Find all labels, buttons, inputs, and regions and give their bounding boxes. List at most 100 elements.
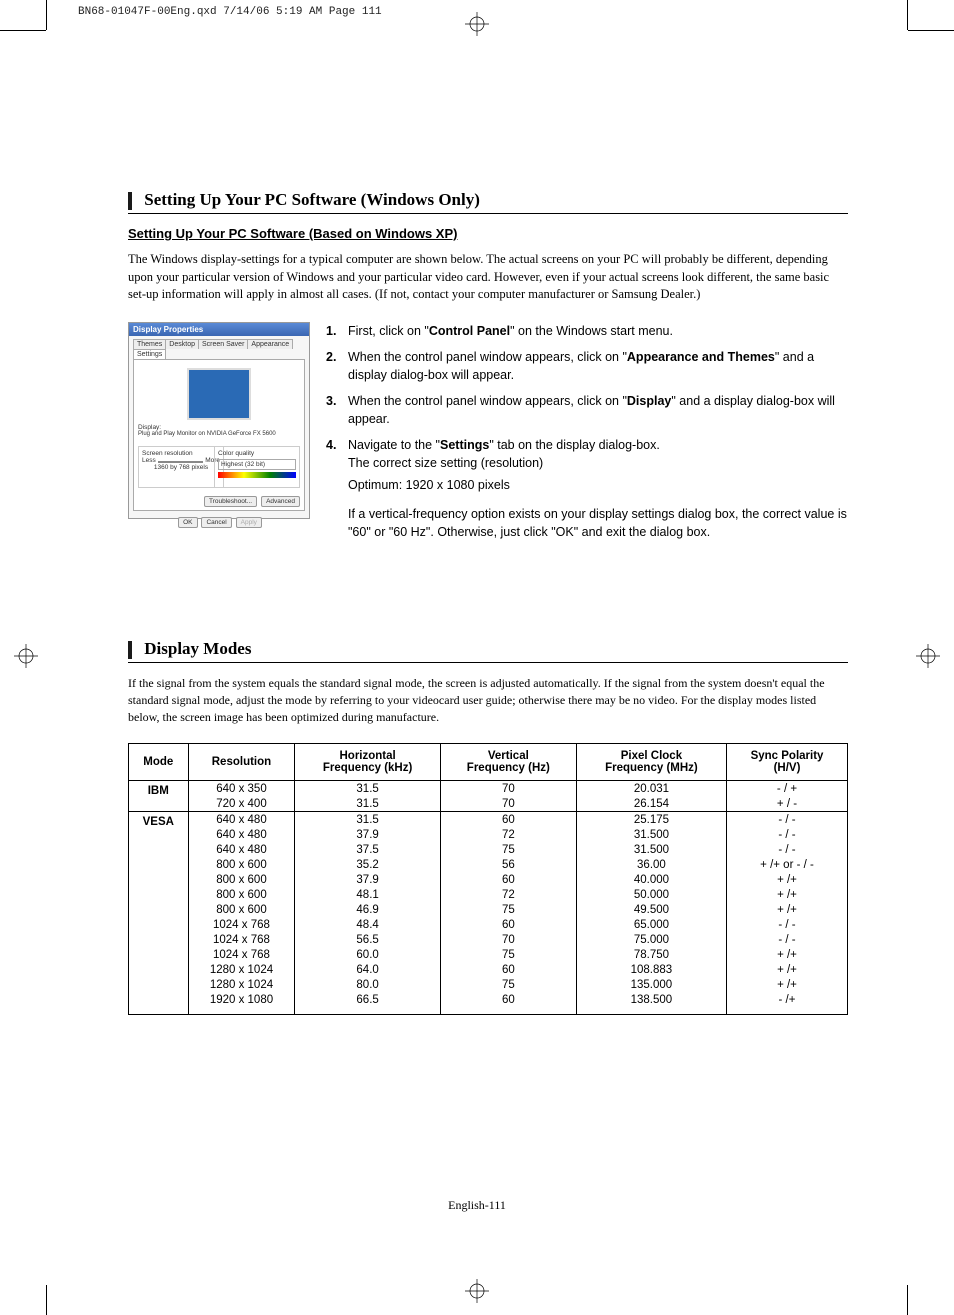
table-cell: 56 xyxy=(440,857,576,872)
table-cell: 35.2 xyxy=(295,857,440,872)
tab-settings: Settings xyxy=(133,349,166,359)
table-cell: 25.175 xyxy=(576,812,726,828)
table-cell: 48.1 xyxy=(295,887,440,902)
table-cell: 75 xyxy=(440,977,576,992)
crop-mark xyxy=(46,1285,47,1315)
section-title: Display Modes xyxy=(128,639,848,663)
table-cell: 60 xyxy=(440,962,576,977)
advanced-button: Advanced xyxy=(261,496,300,507)
table-cell: 1024 x 768 xyxy=(188,947,295,962)
step-number: 2. xyxy=(326,348,348,384)
table-cell: 800 x 600 xyxy=(188,857,295,872)
table-cell: 75 xyxy=(440,902,576,917)
table-cell: 56.5 xyxy=(295,932,440,947)
section-intro: The Windows display-settings for a typic… xyxy=(128,251,848,304)
section-intro: If the signal from the system equals the… xyxy=(128,675,848,725)
display-modes-table: ModeResolutionHorizontalFrequency (kHz)V… xyxy=(128,743,848,1015)
section-title-text: Display Modes xyxy=(144,639,251,658)
table-cell: 1280 x 1024 xyxy=(188,962,295,977)
table-header: Sync Polarity(H/V) xyxy=(727,744,848,781)
table-cell: - / - xyxy=(727,917,848,932)
dialog-button-row: Troubleshoot... Advanced xyxy=(202,496,300,507)
display-value: Plug and Play Monitor on NVIDIA GeForce … xyxy=(134,431,304,437)
step: 3.When the control panel window appears,… xyxy=(326,392,848,428)
page: BN68-01047F-00Eng.qxd 7/14/06 5:19 AM Pa… xyxy=(0,0,954,1315)
table-cell: 36.00 xyxy=(576,857,726,872)
table-cell: + /+ xyxy=(727,902,848,917)
table-cell: 64.0 xyxy=(295,962,440,977)
table-cell: 75.000 xyxy=(576,932,726,947)
table-header: Resolution xyxy=(188,744,295,781)
table-row: 1920 x 108066.560138.500- /+ xyxy=(129,992,848,1014)
table-cell: 40.000 xyxy=(576,872,726,887)
table-cell: - / - xyxy=(727,842,848,857)
table-cell: 108.883 xyxy=(576,962,726,977)
table-cell: 800 x 600 xyxy=(188,887,295,902)
table-cell: 49.500 xyxy=(576,902,726,917)
table-cell: 70 xyxy=(440,796,576,812)
crop-mark xyxy=(46,0,47,30)
step-text: When the control panel window appears, c… xyxy=(348,348,848,384)
table-cell: - / - xyxy=(727,812,848,828)
tab-screensaver: Screen Saver xyxy=(198,339,248,349)
table-cell: - /+ xyxy=(727,992,848,1014)
step: 2.When the control panel window appears,… xyxy=(326,348,848,384)
table-row: 800 x 60035.25636.00+ /+ or - / - xyxy=(129,857,848,872)
monitor-preview-icon xyxy=(187,368,251,420)
display-label: Display: xyxy=(134,424,304,431)
table-cell: 75 xyxy=(440,842,576,857)
dialog-tabs: ThemesDesktopScreen SaverAppearanceSetti… xyxy=(129,336,309,359)
table-row: 1024 x 76860.07578.750+ /+ xyxy=(129,947,848,962)
mode-cell: VESA xyxy=(129,812,189,1015)
table-cell: 80.0 xyxy=(295,977,440,992)
dialog-title: Display Properties xyxy=(129,323,309,336)
table-cell: 72 xyxy=(440,887,576,902)
table-cell: 70 xyxy=(440,781,576,797)
tab-desktop: Desktop xyxy=(165,339,199,349)
steps-list: 1.First, click on "Control Panel" on the… xyxy=(326,322,848,549)
table-cell: + /+ xyxy=(727,977,848,992)
color-label: Color quality xyxy=(218,450,296,457)
table-row: 800 x 60037.96040.000+ /+ xyxy=(129,872,848,887)
table-cell: + /+ xyxy=(727,947,848,962)
res-value: 1360 by 768 pixels xyxy=(142,464,220,471)
table-cell: - / - xyxy=(727,827,848,842)
step-text: First, click on "Control Panel" on the W… xyxy=(348,322,848,340)
section-subtitle: Setting Up Your PC Software (Based on Wi… xyxy=(128,226,848,241)
table-cell: 46.9 xyxy=(295,902,440,917)
table-cell: 640 x 480 xyxy=(188,812,295,828)
step: 1.First, click on "Control Panel" on the… xyxy=(326,322,848,340)
table-cell: 60 xyxy=(440,992,576,1014)
section-title: Setting Up Your PC Software (Windows Onl… xyxy=(128,190,848,214)
crop-mark xyxy=(907,1285,908,1315)
table-cell: 800 x 600 xyxy=(188,872,295,887)
troubleshoot-button: Troubleshoot... xyxy=(204,496,257,507)
table-cell: 60 xyxy=(440,872,576,887)
ok-button: OK xyxy=(178,517,197,528)
table-cell: 135.000 xyxy=(576,977,726,992)
table-cell: 72 xyxy=(440,827,576,842)
table-cell: 70 xyxy=(440,932,576,947)
section-mark-icon xyxy=(128,641,132,659)
table-cell: 50.000 xyxy=(576,887,726,902)
res-less: Less xyxy=(142,457,156,464)
table-cell: 65.000 xyxy=(576,917,726,932)
dialog-footer-buttons: OK Cancel Apply xyxy=(129,515,309,532)
table-cell: 78.750 xyxy=(576,947,726,962)
table-cell: 1920 x 1080 xyxy=(188,992,295,1014)
table-header: Mode xyxy=(129,744,189,781)
step: 4.Navigate to the "Settings" tab on the … xyxy=(326,436,848,541)
table-cell: 37.9 xyxy=(295,827,440,842)
crop-mark xyxy=(0,30,46,31)
table-cell: - / - xyxy=(727,932,848,947)
table-cell: + /+ xyxy=(727,962,848,977)
table-header: Pixel ClockFrequency (MHz) xyxy=(576,744,726,781)
table-cell: 37.5 xyxy=(295,842,440,857)
table-row: IBM640 x 35031.57020.031- / + xyxy=(129,781,848,797)
table-row: VESA640 x 48031.56025.175- / - xyxy=(129,812,848,828)
table-cell: 640 x 350 xyxy=(188,781,295,797)
table-cell: 60 xyxy=(440,917,576,932)
table-cell: + /+ xyxy=(727,887,848,902)
table-cell: 20.031 xyxy=(576,781,726,797)
table-row: 640 x 48037.97231.500- / - xyxy=(129,827,848,842)
